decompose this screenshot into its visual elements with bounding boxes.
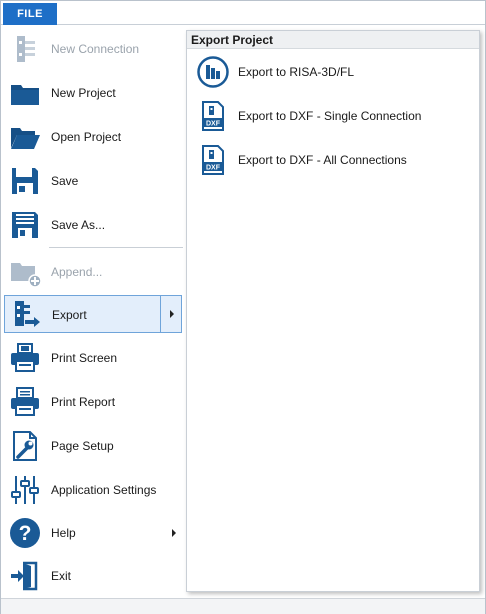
- file-tab[interactable]: FILE: [3, 3, 57, 25]
- menu-item-export[interactable]: Export: [4, 295, 182, 333]
- submenu-item-label: Export to DXF - Single Connection: [238, 109, 422, 123]
- wrench-page-icon: [9, 430, 41, 462]
- dxf-file-icon: DXF: [197, 100, 229, 132]
- menu-item-label: Save: [51, 174, 79, 188]
- menu-item-open-project[interactable]: Open Project: [4, 118, 182, 156]
- menu-item-label: Help: [51, 526, 76, 540]
- menu-item-help[interactable]: ? Help: [4, 514, 182, 552]
- ribbon-tab-bar: FILE: [1, 1, 485, 25]
- submenu-item-export-dxf-all[interactable]: DXF Export to DXF - All Connections: [191, 140, 477, 180]
- menu-item-label: Application Settings: [51, 483, 157, 497]
- menu-item-save-as[interactable]: Save As...: [4, 206, 182, 244]
- printer-report-icon: [9, 386, 41, 418]
- risa-bars-icon: [197, 56, 229, 88]
- status-bar: [1, 598, 485, 614]
- chevron-right-icon: [170, 310, 174, 318]
- menu-item-application-settings[interactable]: Application Settings: [4, 471, 182, 509]
- menu-item-new-connection: New Connection: [4, 30, 182, 68]
- submenu-item-export-risa[interactable]: Export to RISA-3D/FL: [191, 52, 477, 92]
- menu-item-label: Open Project: [51, 130, 122, 144]
- submenu-item-export-dxf-single[interactable]: DXF Export to DXF - Single Connection: [191, 96, 477, 136]
- export-submenu: Export Project Export to RISA-3D/FL DXF …: [186, 30, 480, 592]
- submenu-header: Export Project: [187, 31, 479, 49]
- menu-item-label: Append...: [51, 265, 103, 279]
- help-icon: ?: [9, 517, 41, 549]
- exit-door-icon: [9, 560, 41, 592]
- append-folder-icon: [9, 256, 42, 288]
- menu-item-print-screen[interactable]: Print Screen: [4, 339, 182, 377]
- menu-item-label: Page Setup: [51, 439, 114, 453]
- export-icon: [10, 298, 42, 330]
- open-folder-icon: [9, 121, 41, 153]
- floppy-disk-icon: [9, 165, 41, 197]
- menu-item-print-report[interactable]: Print Report: [4, 383, 182, 421]
- menu-item-append: Append...: [4, 253, 182, 291]
- menu-item-label: Print Screen: [51, 351, 118, 365]
- printer-screen-icon: [9, 342, 41, 374]
- folder-icon: [9, 77, 41, 109]
- sliders-icon: [9, 474, 41, 506]
- svg-text:DXF: DXF: [206, 121, 221, 128]
- menu-item-label: New Connection: [51, 42, 140, 56]
- dxf-file-icon: DXF: [197, 144, 229, 176]
- submenu-item-label: Export to DXF - All Connections: [238, 153, 407, 167]
- menu-item-new-project[interactable]: New Project: [4, 74, 182, 112]
- menu-item-page-setup[interactable]: Page Setup: [4, 427, 182, 465]
- menu-item-save[interactable]: Save: [4, 162, 182, 200]
- menu-item-label: Print Report: [51, 395, 116, 409]
- save-as-icon: [9, 209, 41, 241]
- menu-item-label: Exit: [51, 569, 72, 583]
- svg-text:?: ?: [19, 522, 32, 545]
- menu-item-label: Save As...: [51, 218, 106, 232]
- file-menu: New Connection New Project Open Project: [1, 26, 185, 598]
- menu-divider: [49, 247, 183, 248]
- submenu-item-label: Export to RISA-3D/FL: [238, 65, 355, 79]
- menu-item-label: New Project: [51, 86, 116, 100]
- menu-item-label: Export: [52, 308, 87, 322]
- app-window: FILE New Connection New Project Open Pro…: [0, 0, 486, 614]
- svg-text:DXF: DXF: [206, 165, 221, 172]
- chevron-right-icon: [172, 529, 176, 537]
- submenu-title: Export Project: [191, 33, 274, 47]
- menu-item-exit[interactable]: Exit: [4, 557, 182, 595]
- new-connection-icon: [9, 33, 41, 65]
